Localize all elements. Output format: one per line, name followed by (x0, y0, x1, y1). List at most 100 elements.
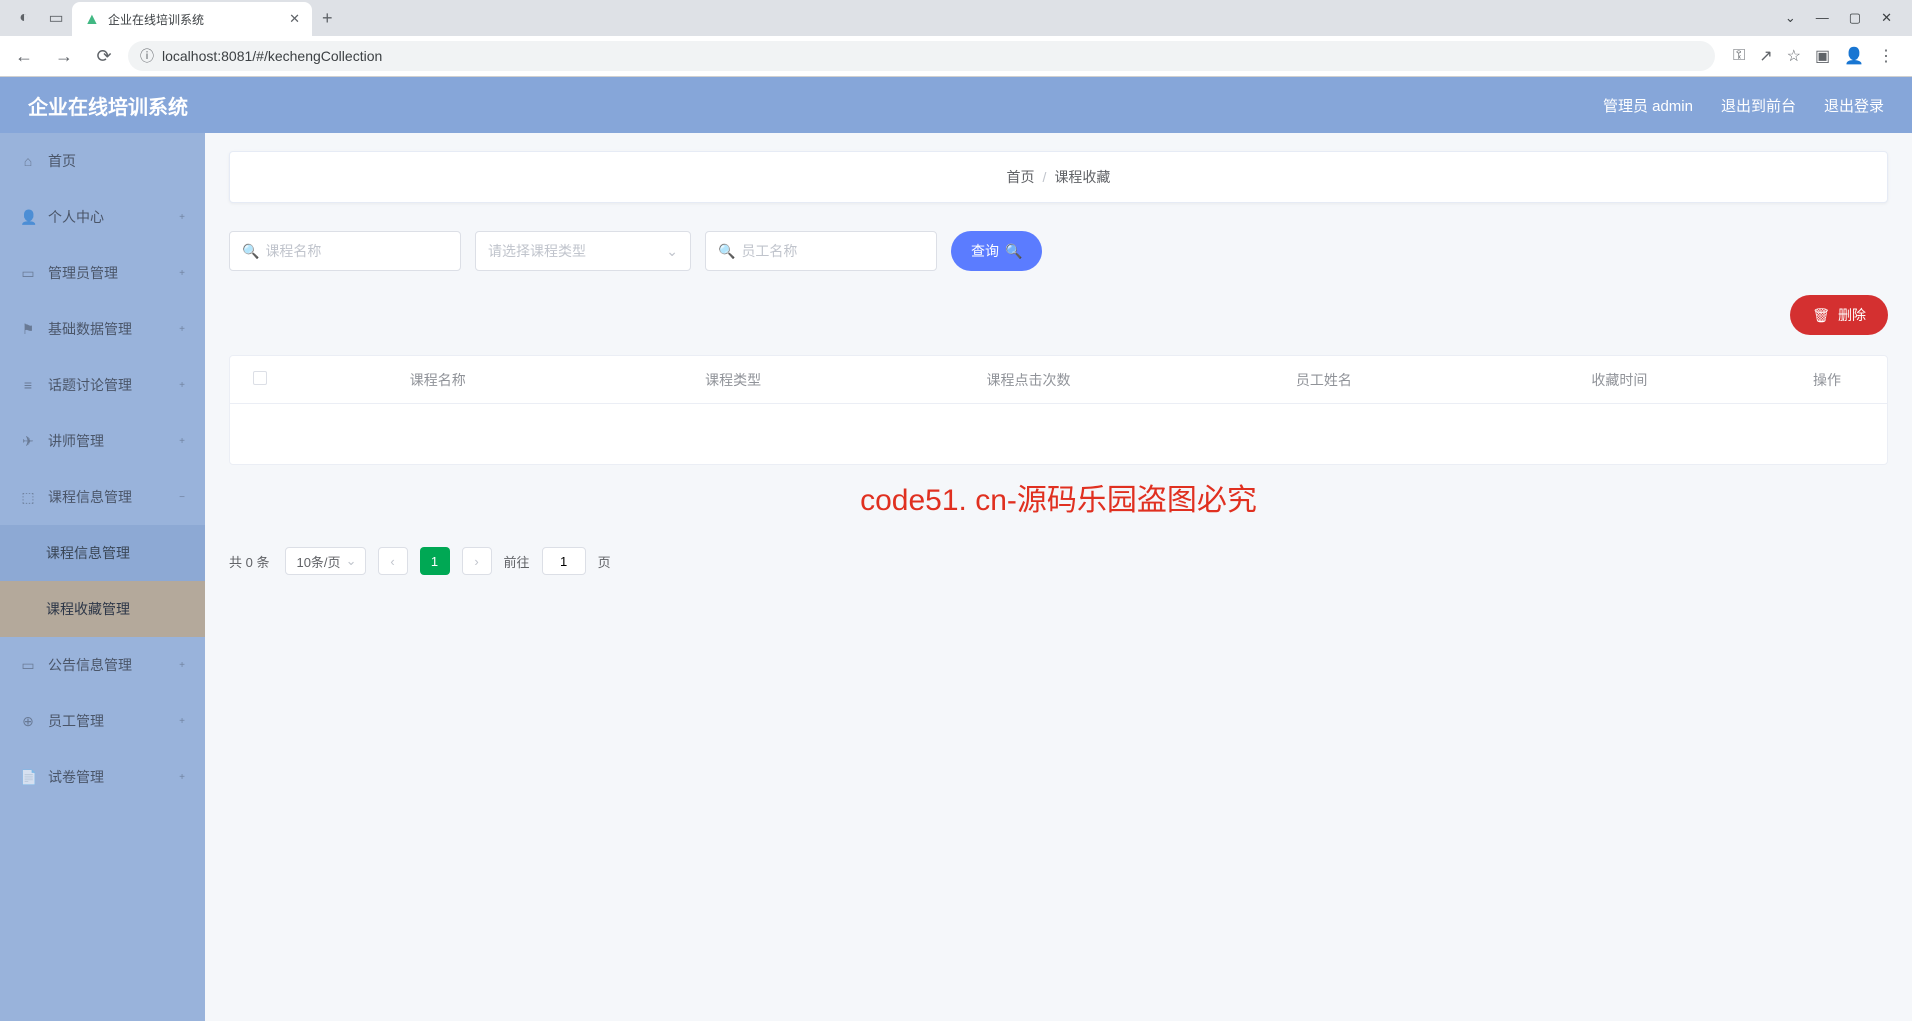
sidebar-item-notice[interactable]: ▭ 公告信息管理 + (0, 637, 205, 693)
back-to-front-link[interactable]: 退出到前台 (1721, 95, 1796, 116)
th-course-type: 课程类型 (585, 370, 880, 390)
sidebar-item-label: 话题讨论管理 (48, 375, 132, 395)
query-button[interactable]: 查询 🔍 (951, 231, 1042, 271)
site-info-icon[interactable]: ⓘ (140, 46, 154, 66)
sidebar-item-base-data[interactable]: ⚑基础数据管理+ (0, 301, 205, 357)
sidebar-sub-course-collection[interactable]: 课程收藏管理 (0, 581, 205, 637)
list-icon: ≡ (20, 377, 36, 393)
sidebar-item-course-info[interactable]: ⬚课程信息管理− (0, 469, 205, 525)
maximize-icon[interactable]: ▢ (1849, 10, 1861, 26)
trash-icon: 🗑 (1812, 307, 1830, 324)
goto-page-input[interactable] (542, 547, 586, 575)
th-clicks: 课程点击次数 (881, 370, 1176, 390)
main-content: 首页 / 课程收藏 🔍 课程名称 请选择课程类型 ⌄ 🔍 员工名称 (205, 133, 1912, 1021)
browser-tab[interactable]: ▲ 企业在线培训系统 ✕ (72, 2, 312, 36)
breadcrumb-home[interactable]: 首页 (1007, 167, 1035, 187)
expand-icon: + (179, 436, 185, 447)
sidebar-item-employee[interactable]: ⊕员工管理+ (0, 693, 205, 749)
close-window-icon[interactable]: ✕ (1881, 10, 1892, 26)
course-name-input[interactable]: 🔍 课程名称 (229, 231, 461, 271)
url-input[interactable]: ⓘ localhost:8081/#/kechengCollection (128, 41, 1715, 71)
admin-icon: ▭ (20, 265, 36, 282)
expand-icon: + (179, 772, 185, 783)
expand-icon: + (179, 716, 185, 727)
profile-icon[interactable]: 👤 (1844, 46, 1864, 66)
select-placeholder: 请选择课程类型 (488, 241, 586, 261)
button-label: 查询 (971, 241, 999, 261)
close-tab-icon[interactable]: ✕ (289, 11, 300, 27)
pagination: 共 0 条 10条/页 ‹ 1 › 前往 页 (229, 547, 1888, 575)
reload-button[interactable]: ⟳ (88, 40, 120, 72)
expand-icon: + (179, 212, 185, 223)
th-checkbox[interactable] (230, 371, 290, 388)
watermark-notice: code51. cn-源码乐园盗图必究 (229, 475, 1888, 519)
prev-page-button[interactable]: ‹ (378, 547, 408, 575)
minimize-icon[interactable]: — (1816, 10, 1829, 26)
sidebar-item-exam[interactable]: 📄 试卷管理 + (0, 749, 205, 805)
filter-row: 🔍 课程名称 请选择课程类型 ⌄ 🔍 员工名称 查询 🔍 (229, 231, 1888, 271)
sidebar-item-label: 课程信息管理 (48, 487, 132, 507)
sidebar-item-lecturer[interactable]: ✈讲师管理+ (0, 413, 205, 469)
extensions-icon[interactable]: ▣ (1815, 46, 1830, 66)
th-course-name: 课程名称 (290, 370, 585, 390)
tab-bar: ◐ ▭ ▲ 企业在线培训系统 ✕ + ⌄ — ▢ ✕ (0, 0, 1912, 36)
delete-button[interactable]: 🗑 删除 (1790, 295, 1888, 335)
sidebar-item-home[interactable]: ⌂首页 (0, 133, 205, 189)
back-button[interactable]: ← (8, 40, 40, 72)
address-bar: ← → ⟳ ⓘ localhost:8081/#/kechengCollecti… (0, 36, 1912, 76)
browser-right-icons: ⚿ ↗ ☆ ▣ 👤 ⋮ (1723, 46, 1904, 66)
table-empty-body (230, 404, 1887, 464)
sidebar-item-discussion[interactable]: ≡ 话题讨论管理 + (0, 357, 205, 413)
sidebar-item-label: 员工管理 (48, 711, 104, 731)
input-placeholder: 课程名称 (265, 241, 321, 261)
rect-icon: ▭ (20, 657, 36, 674)
sidebar-item-label: 公告信息管理 (48, 655, 132, 675)
key-icon[interactable]: ⚿ (1733, 47, 1745, 65)
employee-name-input[interactable]: 🔍 员工名称 (705, 231, 937, 271)
share-icon[interactable]: ↗ (1759, 46, 1772, 66)
tab-title: 企业在线培训系统 (108, 11, 281, 28)
app-title: 企业在线培训系统 (28, 91, 188, 120)
sidebar: ⌂首页 👤个人中心+ ▭ 管理员管理 + ⚑基础数据管理+ ≡ 话题讨论管理 + ✈讲师… (0, 133, 205, 1021)
sidebar-item-admin[interactable]: ▭ 管理员管理 + (0, 245, 205, 301)
page-suffix: 页 (598, 552, 611, 571)
sidebar-item-label: 课程信息管理 (46, 543, 130, 563)
new-tab-button[interactable]: + (312, 8, 343, 29)
menu-icon[interactable]: ⋮ (1878, 46, 1894, 66)
tabs-browser-icon[interactable]: ▭ (42, 4, 70, 32)
star-icon[interactable]: ☆ (1787, 46, 1801, 66)
breadcrumb-current: 课程收藏 (1054, 167, 1110, 187)
expand-icon: + (179, 660, 185, 671)
button-label: 删除 (1838, 305, 1866, 325)
window-controls: ⌄ — ▢ ✕ (1785, 10, 1912, 26)
pagination-total: 共 0 条 (229, 552, 269, 571)
dropdown-icon[interactable]: ⌄ (1785, 10, 1796, 26)
checkbox-icon[interactable] (253, 371, 267, 385)
expand-icon: + (179, 268, 185, 279)
sidebar-item-label: 试卷管理 (48, 767, 104, 787)
page-1-button[interactable]: 1 (420, 547, 450, 575)
page-size-select[interactable]: 10条/页 (285, 547, 365, 575)
forward-button[interactable]: → (48, 40, 80, 72)
course-type-select[interactable]: 请选择课程类型 ⌄ (475, 231, 691, 271)
header-right: 管理员 admin 退出到前台 退出登录 (1603, 95, 1884, 116)
data-table: 课程名称 课程类型 课程点击次数 员工姓名 收藏时间 操作 (229, 355, 1888, 465)
user-label[interactable]: 管理员 admin (1603, 95, 1693, 116)
user-icon: 👤 (20, 209, 36, 226)
action-row: 🗑 删除 (229, 295, 1888, 335)
page-icon: 📄 (20, 769, 36, 786)
th-collect-time: 收藏时间 (1472, 370, 1767, 390)
expand-icon: + (179, 380, 185, 391)
sidebar-item-personal[interactable]: 👤个人中心+ (0, 189, 205, 245)
chevron-down-icon: ⌄ (666, 243, 678, 260)
browser-chrome: ◐ ▭ ▲ 企业在线培训系统 ✕ + ⌄ — ▢ ✕ ← → ⟳ ⓘ local… (0, 0, 1912, 77)
logout-link[interactable]: 退出登录 (1824, 95, 1884, 116)
tabs-search-icon[interactable]: ◐ (10, 4, 38, 32)
app-body: ⌂首页 👤个人中心+ ▭ 管理员管理 + ⚑基础数据管理+ ≡ 话题讨论管理 + ✈讲师… (0, 133, 1912, 1021)
app-root: 企业在线培训系统 管理员 admin 退出到前台 退出登录 ⌂首页 👤个人中心+… (0, 77, 1912, 1021)
next-page-button[interactable]: › (462, 547, 492, 575)
plane-icon: ✈ (20, 433, 36, 450)
sidebar-sub-course-info[interactable]: 课程信息管理 (0, 525, 205, 581)
sidebar-item-label: 管理员管理 (48, 263, 118, 283)
square-icon: ⬚ (20, 489, 36, 506)
